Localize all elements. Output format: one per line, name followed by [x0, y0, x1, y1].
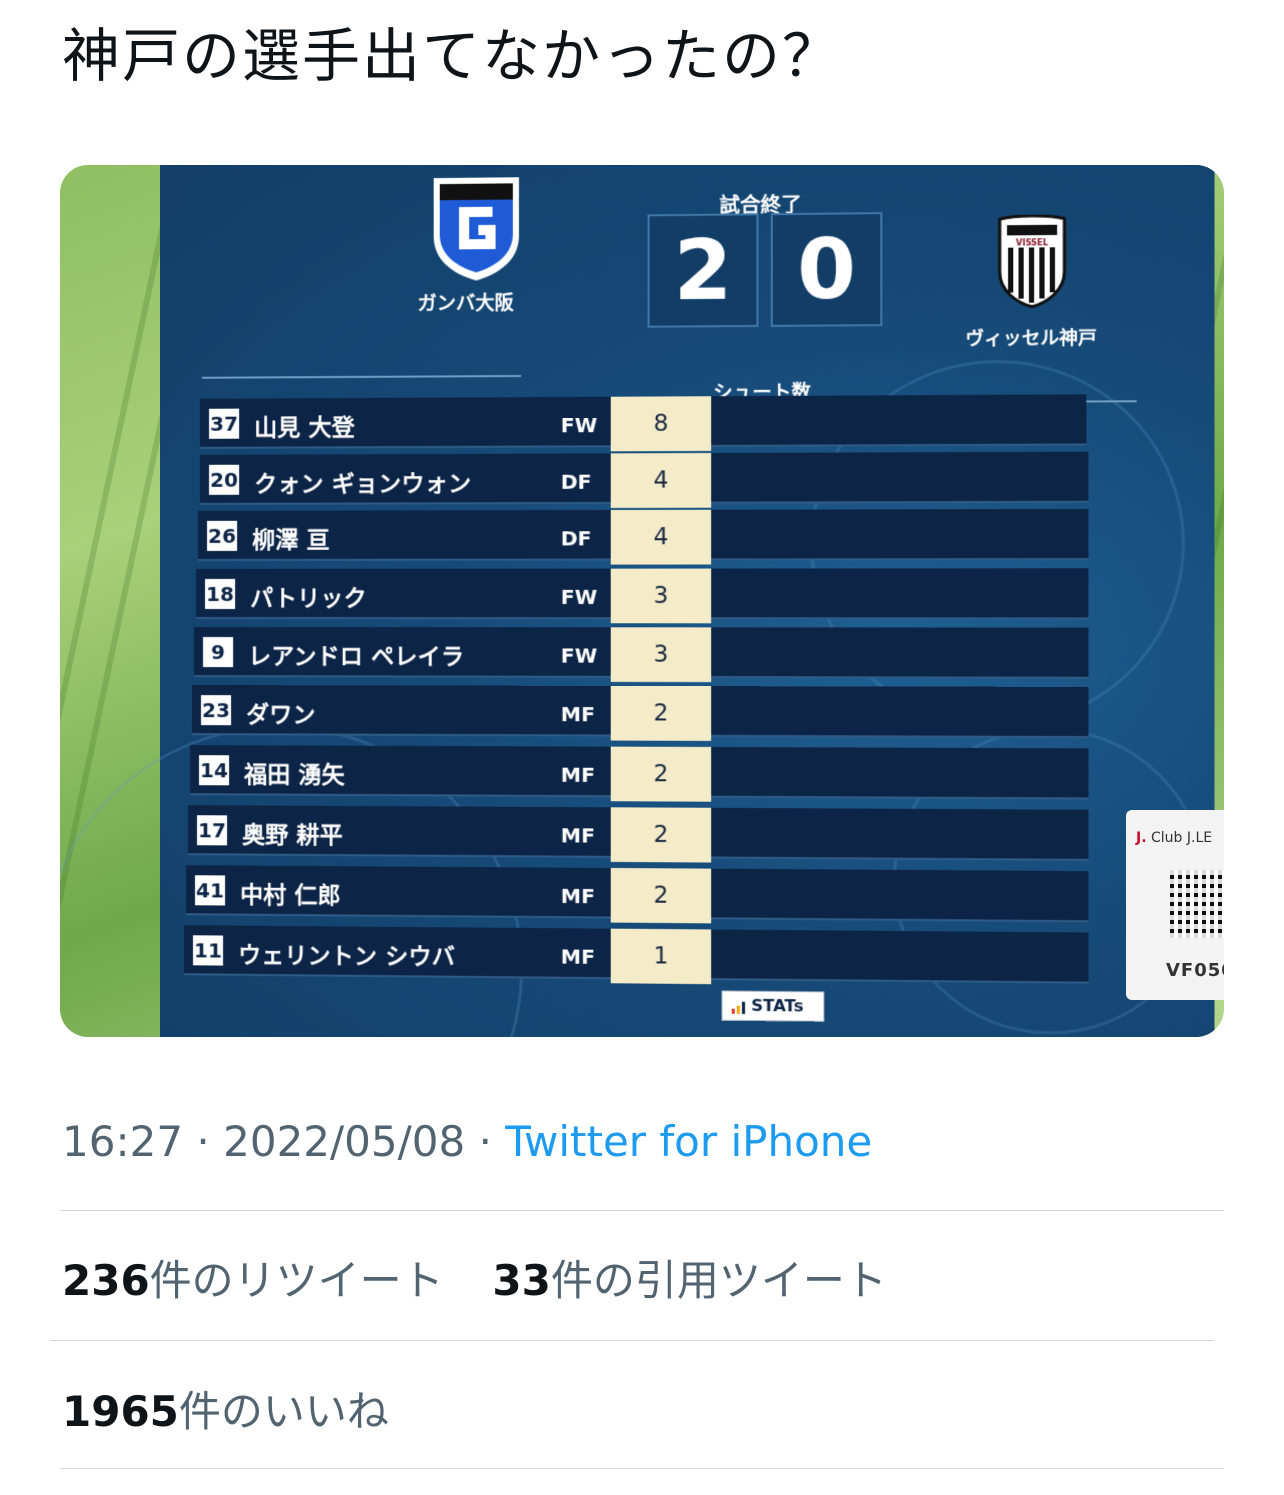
- player-number: 9: [201, 635, 235, 669]
- vissel-kobe-crest-icon: VISSEL: [993, 214, 1070, 309]
- player-row: 41 中村 仁郎 MF 2: [186, 865, 1088, 922]
- meta-separator: ·: [479, 1117, 492, 1166]
- tweet-time: 16:27: [62, 1117, 183, 1166]
- stats-bar-icon: [732, 1002, 748, 1014]
- player-name: ダワン: [246, 695, 315, 729]
- player-position: MF: [561, 944, 595, 969]
- player-row: 20 クォン ギョンウォン DF 4: [200, 452, 1088, 505]
- stats-badge: STATs: [721, 990, 824, 1021]
- player-name: 山見 大登: [254, 408, 355, 443]
- quote-tweets-link[interactable]: 33件の引用ツイート: [492, 1256, 886, 1305]
- divider-line: [202, 375, 521, 379]
- player-name: クォン ギョンウォン: [254, 464, 471, 499]
- tweet-date: 2022/05/08: [223, 1117, 465, 1166]
- player-name: 柳澤 亘: [252, 521, 329, 555]
- player-number: 11: [191, 933, 225, 967]
- quotes-label: 件の引用ツイート: [551, 1256, 887, 1305]
- gamba-osaka-crest-icon: [430, 173, 523, 283]
- player-position: FW: [561, 643, 597, 667]
- player-row: 18 パトリック FW 3: [196, 568, 1088, 619]
- player-number: 17: [195, 813, 229, 847]
- shot-count: 2: [611, 747, 711, 802]
- tweet-text: 神戸の選手出てなかったの？: [62, 18, 842, 94]
- retweets-count: 236: [62, 1256, 150, 1305]
- player-row: 23 ダワン MF 2: [192, 685, 1088, 738]
- likes-link[interactable]: 1965件のいいね: [62, 1378, 389, 1439]
- player-position: MF: [561, 823, 595, 847]
- retweets-link[interactable]: 236件のリツイート: [62, 1256, 444, 1305]
- player-row: 26 柳澤 亘 DF 4: [198, 509, 1088, 561]
- qr-card: J. Club J.LE VF050: [1126, 810, 1224, 1000]
- player-number: 26: [205, 519, 239, 553]
- shot-count: 4: [611, 453, 711, 508]
- retweet-quote-stats: 236件のリツイート 33件の引用ツイート: [62, 1247, 887, 1308]
- meta-separator: ·: [196, 1117, 209, 1166]
- player-name: レアンドロ ペレイラ: [248, 637, 464, 671]
- player-number: 20: [207, 463, 241, 497]
- shot-count: 3: [611, 569, 711, 624]
- player-number: 37: [207, 407, 241, 441]
- player-name: 奥野 耕平: [242, 815, 343, 850]
- home-score: 2: [648, 213, 759, 327]
- player-number: 18: [203, 577, 237, 611]
- likes-label: 件のいいね: [179, 1387, 389, 1436]
- shot-count: 1: [611, 929, 711, 985]
- player-position: MF: [561, 884, 595, 908]
- player-position: FW: [561, 413, 597, 437]
- qr-card-id: VF050: [1166, 960, 1224, 981]
- player-row: 11 ウェリントン シウバ MF 1: [184, 925, 1088, 983]
- stats-badge-label: STATs: [751, 996, 803, 1016]
- j-league-logo-icon: J. Club J.LE: [1136, 830, 1212, 846]
- quotes-count: 33: [492, 1256, 550, 1305]
- qr-card-label: Club J.LE: [1151, 830, 1212, 846]
- player-position: DF: [561, 470, 592, 494]
- away-team-name: ヴィッセル神戸: [965, 324, 1096, 351]
- player-number: 14: [197, 753, 231, 787]
- player-name: 福田 湧矢: [244, 755, 345, 790]
- divider: [50, 1340, 1214, 1341]
- shot-count: 4: [611, 510, 711, 565]
- likes-count: 1965: [62, 1387, 179, 1436]
- tweet-photo[interactable]: ガンバ大阪 試合終了 2 0 VISSEL ヴィッセル神戸 シュート数 37 山見…: [60, 165, 1224, 1037]
- player-name: 中村 仁郎: [240, 876, 341, 911]
- retweets-label: 件のリツイート: [150, 1256, 444, 1305]
- tweet-meta: 16:27 · 2022/05/08 · Twitter for iPhone: [62, 1117, 872, 1166]
- player-position: FW: [561, 585, 597, 609]
- tweet-source-link[interactable]: Twitter for iPhone: [505, 1117, 872, 1166]
- player-number: 23: [199, 693, 233, 727]
- player-row: 9 レアンドロ ペレイラ FW 3: [194, 627, 1088, 679]
- tv-scoreboard: ガンバ大阪 試合終了 2 0 VISSEL ヴィッセル神戸 シュート数 37 山見…: [160, 165, 1214, 1037]
- player-number: 41: [193, 873, 227, 907]
- away-score: 0: [771, 212, 883, 327]
- player-name: ウェリントン シウバ: [238, 936, 455, 972]
- player-row: 37 山見 大登 FW 8: [200, 394, 1086, 449]
- shot-count: 2: [611, 868, 711, 923]
- divider: [60, 1468, 1224, 1469]
- qr-code-icon: [1170, 870, 1224, 938]
- shot-count: 3: [611, 627, 711, 682]
- player-row: 14 福田 湧矢 MF 2: [190, 745, 1088, 799]
- shot-count: 8: [611, 396, 711, 451]
- player-row: 17 奥野 耕平 MF 2: [188, 805, 1088, 861]
- player-name: パトリック: [250, 579, 366, 613]
- shot-count: 2: [611, 807, 711, 862]
- vissel-crest-text: VISSEL: [1016, 238, 1048, 247]
- player-position: DF: [561, 526, 592, 550]
- home-team-name: ガンバ大阪: [417, 288, 513, 316]
- player-position: MF: [561, 763, 595, 787]
- player-position: MF: [561, 702, 595, 726]
- divider: [60, 1210, 1224, 1211]
- shot-count: 2: [611, 686, 711, 741]
